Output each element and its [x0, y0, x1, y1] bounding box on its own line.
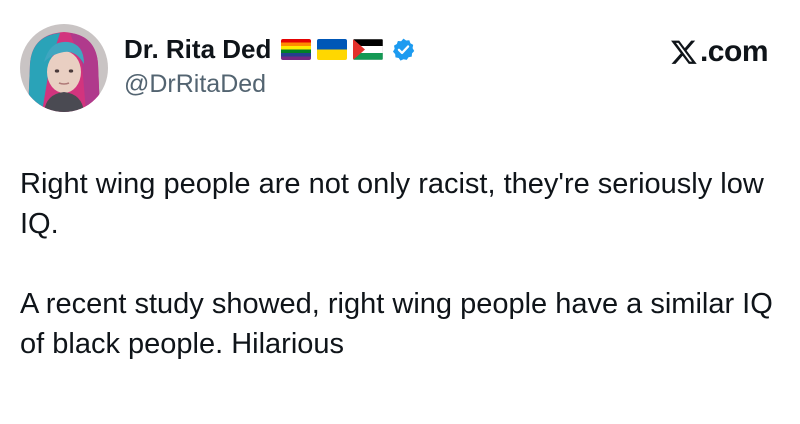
brand-watermark: .com [670, 34, 769, 70]
tweet-text: Right wing people are not only racist, t… [20, 164, 780, 364]
x-logo-icon [670, 38, 698, 66]
brand-domain-text: .com [699, 35, 769, 68]
palestine-flag-icon [353, 38, 384, 60]
tweet-card: Dr. Rita Ded @DrRitaDed .com Right wing … [0, 0, 800, 424]
verified-badge-icon[interactable] [391, 37, 416, 62]
tweet-paragraph-1: Right wing people are not only racist, t… [20, 168, 764, 240]
ukraine-flag-icon [317, 38, 348, 60]
author-handle[interactable]: @DrRitaDed [124, 70, 266, 99]
display-name[interactable]: Dr. Rita Ded [124, 34, 271, 65]
author-name-row: Dr. Rita Ded [124, 30, 416, 68]
avatar[interactable] [20, 24, 108, 112]
rainbow-flag-icon [281, 38, 312, 60]
tweet-paragraph-2: A recent study showed, right wing people… [20, 288, 773, 360]
